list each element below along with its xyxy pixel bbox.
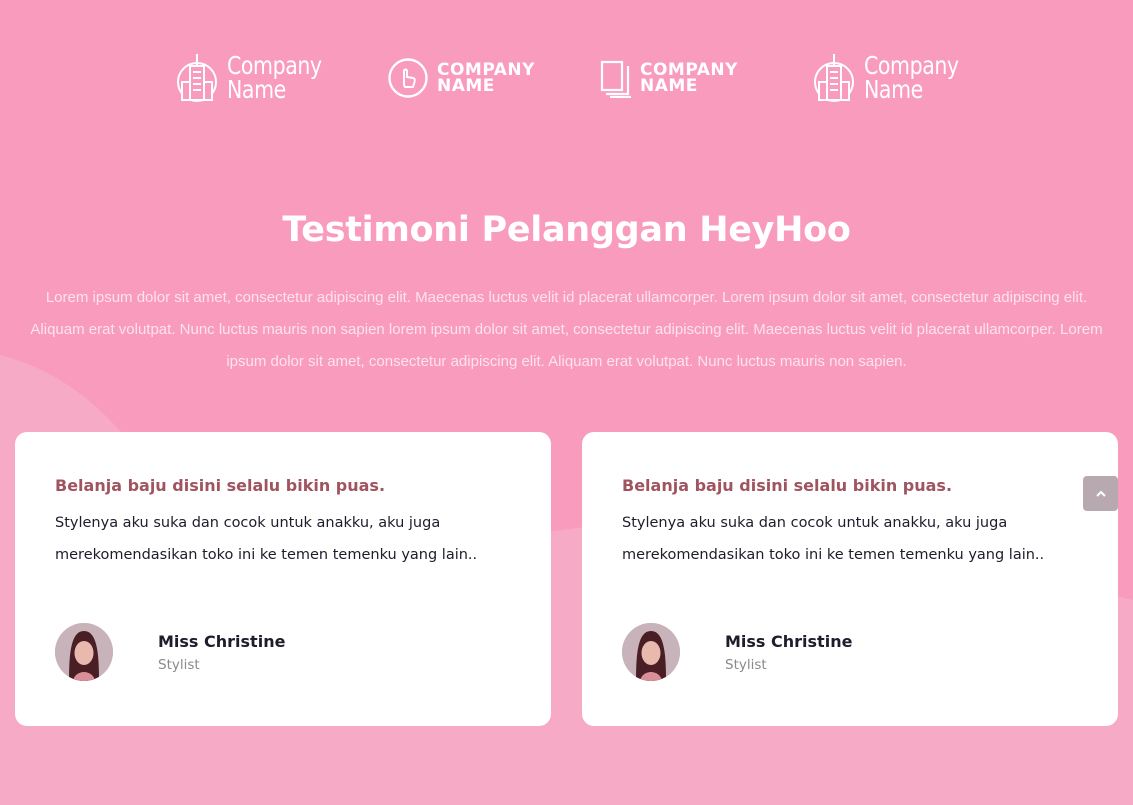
section-description: Lorem ipsum dolor sit amet, consectetur … <box>30 289 1103 370</box>
building-icon <box>175 52 219 104</box>
testimonial-headline: Belanja baju disini selalu bikin puas. <box>622 476 953 495</box>
avatar <box>55 623 113 681</box>
pointer-hand-icon <box>387 57 429 99</box>
logo-line-2: NAME <box>437 76 495 96</box>
testimonial-headline: Belanja baju disini selalu bikin puas. <box>55 476 386 495</box>
pages-icon <box>600 58 632 98</box>
chevron-up-icon <box>1095 485 1107 503</box>
section-title: Testimoni Pelanggan HeyHoo <box>282 210 851 250</box>
testimonial-author: Miss Christine Stylist <box>622 623 852 681</box>
author-role: Stylist <box>158 656 200 673</box>
client-logos: Company Name COMPANY NAME COMPANY NAME C… <box>0 48 1133 112</box>
avatar <box>622 623 680 681</box>
testimonial-card: Belanja baju disini selalu bikin puas. S… <box>582 432 1118 726</box>
scroll-to-top-button[interactable] <box>1083 476 1118 511</box>
logo-line-2: Name <box>227 75 286 104</box>
building-icon <box>812 52 856 104</box>
client-logo[interactable]: COMPANY NAME <box>600 48 738 108</box>
testimonial-body: Stylenya aku suka dan cocok untuk anakku… <box>622 515 1045 563</box>
author-name: Miss Christine <box>158 631 286 651</box>
logo-line-2: Name <box>864 75 923 104</box>
author-role: Stylist <box>725 656 767 673</box>
client-logo[interactable]: Company Name <box>812 48 979 108</box>
testimonial-body: Stylenya aku suka dan cocok untuk anakku… <box>55 515 478 563</box>
client-logo[interactable]: COMPANY NAME <box>387 48 535 108</box>
testimonial-author: Miss Christine Stylist <box>55 623 285 681</box>
logo-line-2: NAME <box>640 76 698 96</box>
author-name: Miss Christine <box>725 631 853 651</box>
testimonial-card: Belanja baju disini selalu bikin puas. S… <box>15 432 551 726</box>
client-logo[interactable]: Company Name <box>175 48 342 108</box>
